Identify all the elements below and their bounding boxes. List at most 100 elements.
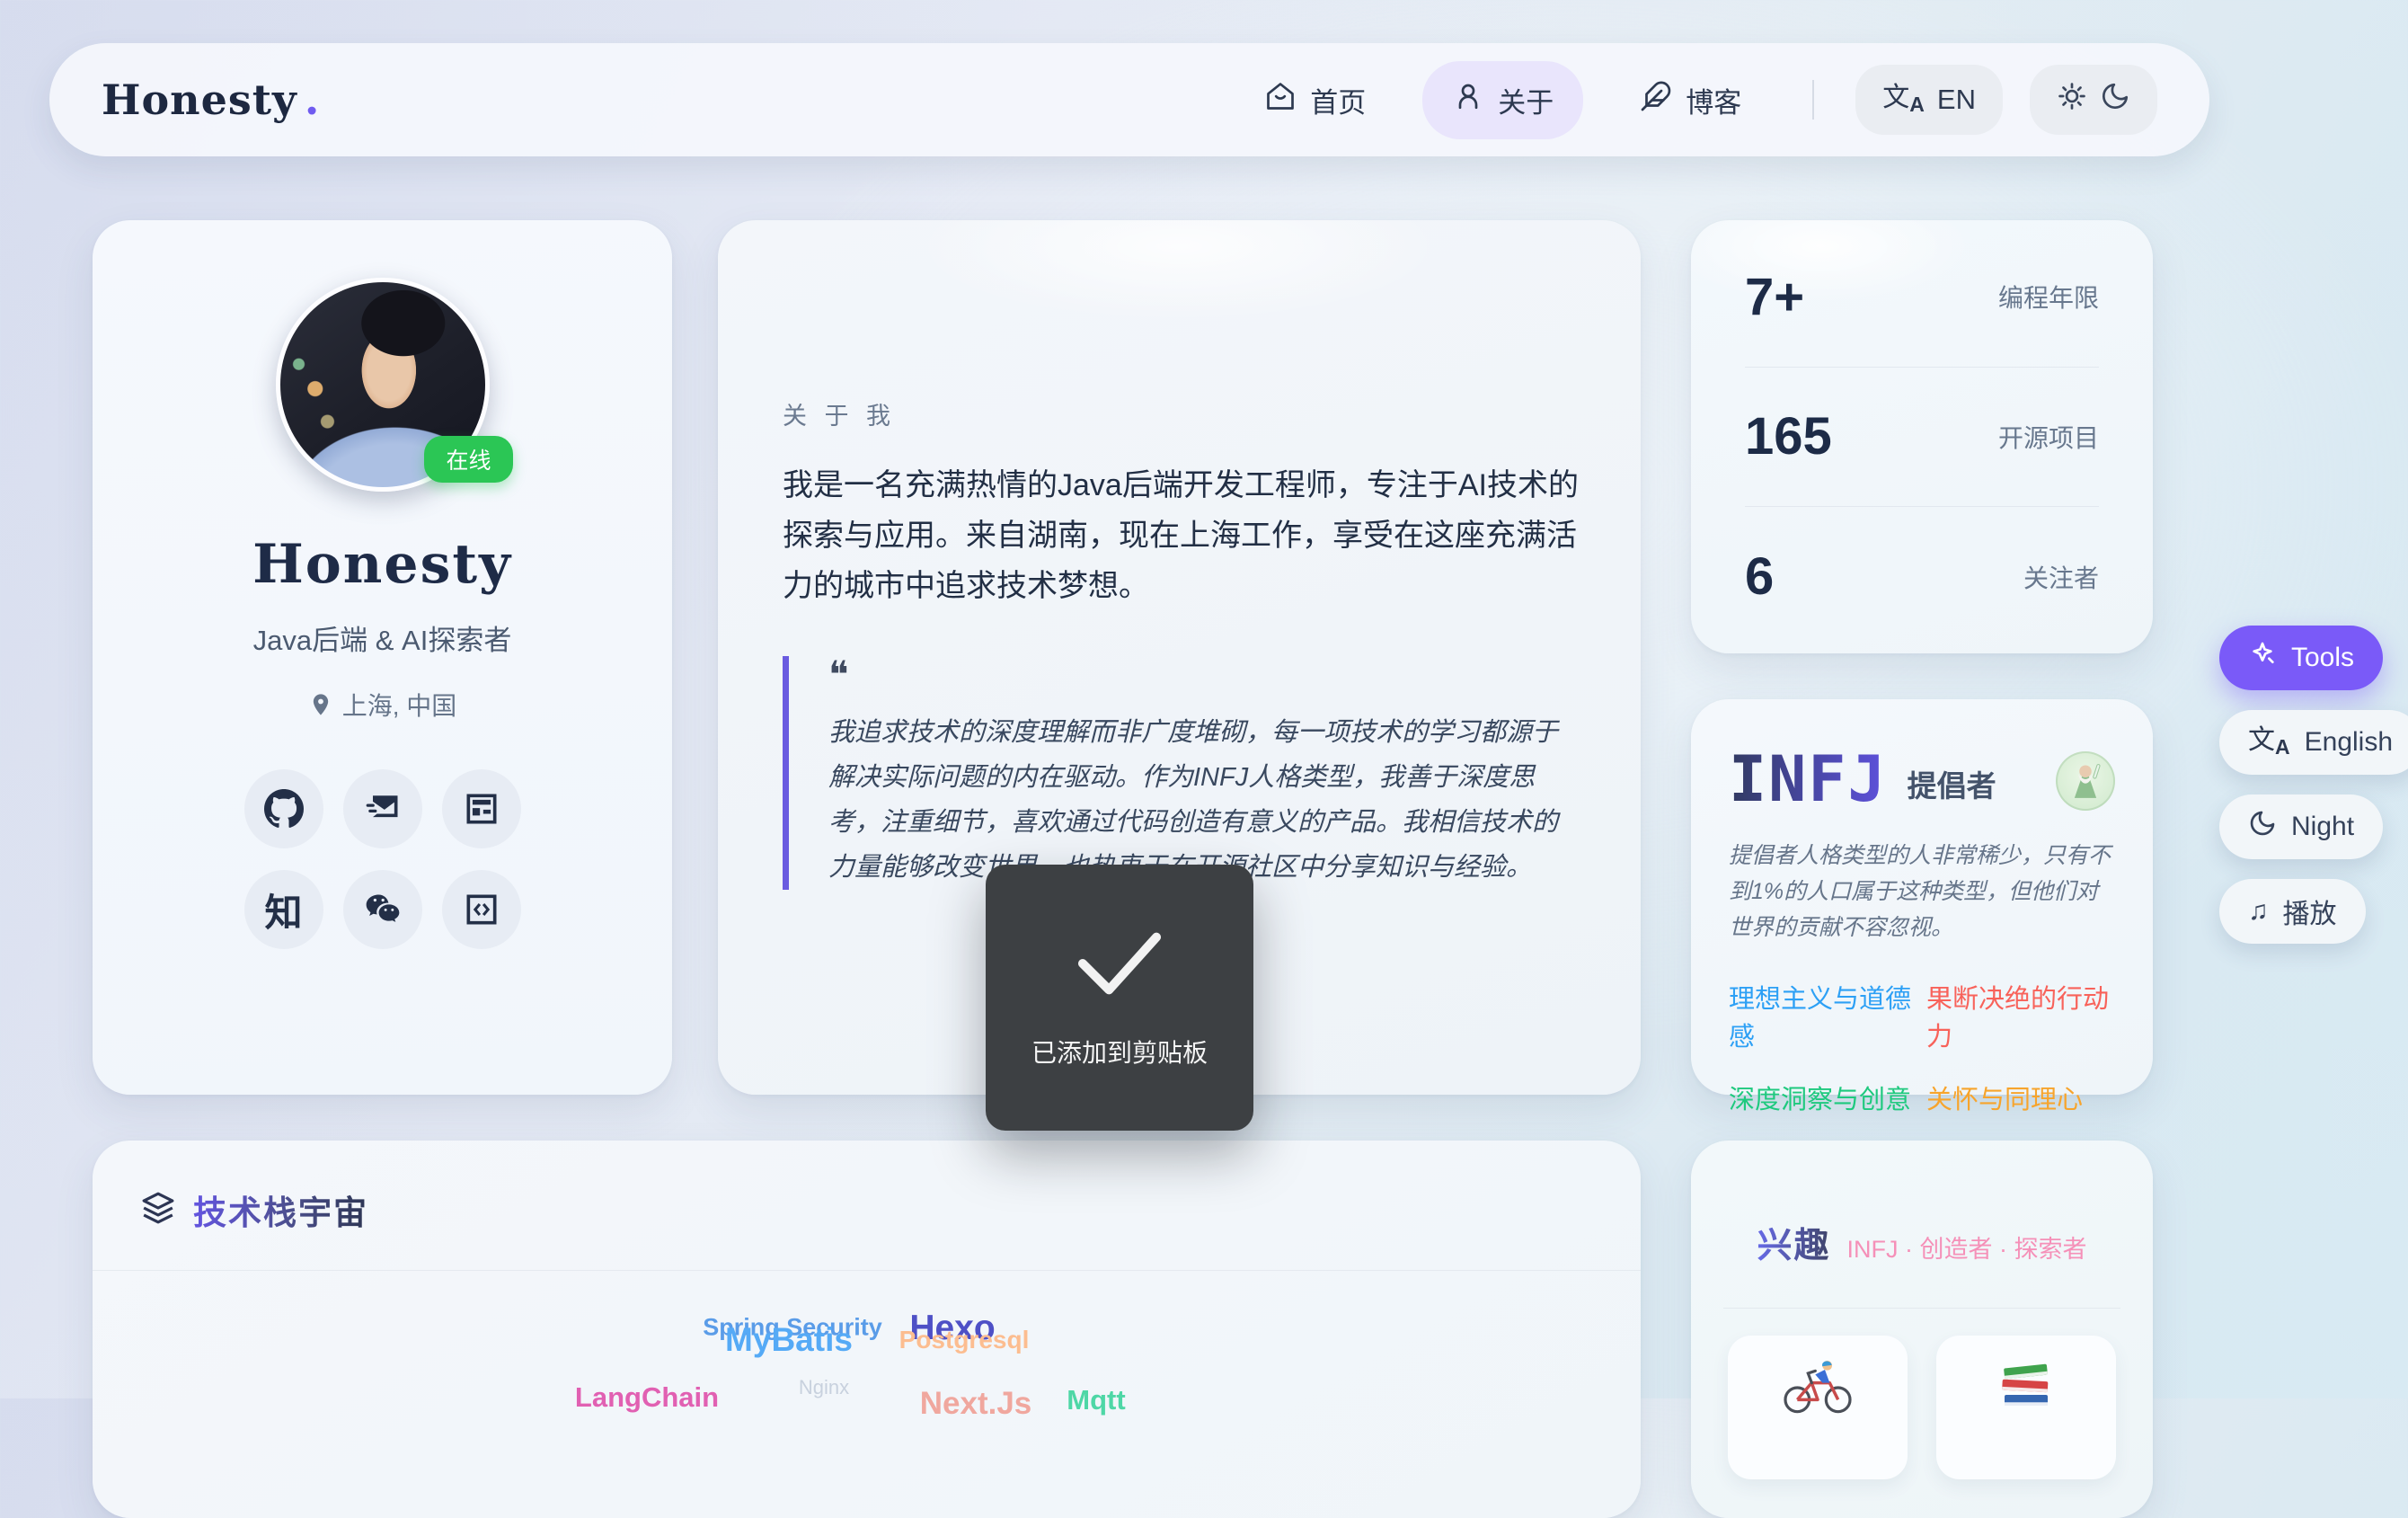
divider	[1745, 506, 2099, 507]
profile-card: 在线 Honesty Java后端 & AI探索者 上海, 中国 知	[93, 220, 672, 1095]
cloud-word: MyBatis	[725, 1321, 853, 1359]
trait-label: 关怀与同理心	[1926, 1079, 2115, 1116]
profile-location: 上海, 中国	[93, 687, 672, 723]
stat-label: 开源项目	[1998, 419, 2099, 455]
nav-item-home[interactable]: 首页	[1235, 61, 1395, 139]
tools-button[interactable]: Tools	[2219, 626, 2383, 690]
play-music-label: 播放	[2283, 892, 2337, 931]
wizard-icon	[2061, 757, 2110, 805]
github-link[interactable]	[244, 769, 323, 848]
location-pin-icon	[308, 692, 333, 717]
divider	[93, 1270, 1641, 1271]
profile-role: Java后端 & AI探索者	[93, 617, 672, 658]
cloud-word: Mqtt	[1067, 1384, 1125, 1416]
quote-mark-icon: ❝	[828, 656, 1581, 694]
feather-icon	[1640, 80, 1672, 120]
language-switch-label: English	[2305, 727, 2393, 758]
tech-stack-card: 技术栈宇宙 Spring Security MyBatis Hexo Postg…	[93, 1141, 1641, 1518]
stat-row-projects: 165 开源项目	[1745, 399, 2099, 474]
tech-stack-title: 技术栈宇宙	[193, 1185, 368, 1234]
moon-icon	[2100, 81, 2130, 119]
location-text: 上海, 中国	[342, 687, 457, 723]
mbti-mascot-avatar	[2056, 751, 2115, 811]
floating-toolbar: Tools 文A English Night ♫ 播放	[2219, 626, 2408, 944]
about-quote-text: 我追求技术的深度理解而非广度堆砌，每一项技术的学习都源于解决实际问题的内在驱动。…	[828, 710, 1581, 890]
music-icon: ♫	[2248, 898, 2269, 925]
nav-item-about[interactable]: 关于	[1422, 61, 1583, 139]
cloud-word: Nginx	[799, 1376, 849, 1399]
theme-toggle[interactable]	[2030, 65, 2157, 135]
github-icon	[264, 789, 304, 829]
wechat-icon	[363, 890, 403, 929]
user-icon	[1452, 80, 1484, 120]
cloud-word: Postgresql	[899, 1326, 1030, 1354]
zhihu-link[interactable]: 知	[244, 870, 323, 949]
page-root: { "navbar": { "logo": "Honesty", "logo_d…	[0, 0, 2408, 1398]
code-box-icon	[462, 890, 501, 929]
divider	[1745, 367, 2099, 368]
interest-item-reading	[1936, 1336, 2116, 1479]
trait-label: 理想主义与道德感	[1729, 978, 1917, 1053]
home-icon	[1264, 80, 1297, 120]
interests-subtitle: INFJ · 创造者 · 探索者	[1847, 1229, 2087, 1265]
personality-card: INFJ 提倡者 提倡者人格类型的人非常稀少，只有不到1%的人口属于这种类型，但…	[1691, 699, 2153, 1095]
divider	[1723, 1308, 2120, 1309]
stat-value: 6	[1745, 546, 1774, 607]
stat-label: 编程年限	[1998, 279, 2099, 315]
tech-word-cloud: Spring Security MyBatis Hexo Postgresql …	[93, 1309, 1641, 1518]
social-links: 知	[93, 769, 672, 949]
cloud-word: LangChain	[575, 1381, 719, 1414]
blog-link[interactable]	[442, 769, 521, 848]
stats-card: 7+ 编程年限 165 开源项目 6 关注者	[1691, 220, 2153, 653]
status-badge: 在线	[424, 436, 512, 483]
nav-item-blog[interactable]: 博客	[1610, 61, 1771, 139]
wand-icon	[2248, 640, 2277, 676]
code-profile-link[interactable]	[442, 870, 521, 949]
nav-divider	[1812, 80, 1814, 120]
stat-row-years: 7+ 编程年限	[1745, 260, 2099, 334]
sun-icon	[2057, 81, 2087, 119]
translate-icon: 文A	[1882, 84, 1925, 115]
interests-title: 兴趣	[1757, 1218, 1831, 1268]
books-icon	[1987, 1359, 2065, 1416]
site-logo[interactable]: Honesty	[102, 75, 297, 124]
language-toggle-label: EN	[1937, 84, 1976, 116]
language-switch-button[interactable]: 文A English	[2219, 710, 2408, 775]
moon-icon	[2248, 809, 2277, 845]
stat-value: 7+	[1745, 267, 1804, 327]
top-navbar: Honesty . 首页 关于 博客 文A EN	[49, 43, 2209, 156]
interest-grid	[1691, 1336, 2153, 1479]
nav-item-label: 首页	[1310, 80, 1366, 120]
stat-row-followers: 6 关注者	[1745, 539, 2099, 614]
clipboard-toast: 已添加到剪贴板	[986, 865, 1253, 1131]
zhihu-icon: 知	[264, 883, 302, 937]
stat-label: 关注者	[2023, 559, 2099, 595]
about-quote-block: ❝ 我追求技术的深度理解而非广度堆砌，每一项技术的学习都源于解决实际问题的内在驱…	[783, 656, 1581, 890]
mbti-alias: 提倡者	[1908, 762, 1996, 811]
trait-grid: 理想主义与道德感 果断决绝的行动力 深度洞察与创意 关怀与同理心	[1729, 978, 2115, 1116]
about-intro-text: 我是一名充满热情的Java后端开发工程师，专注于AI技术的探索与应用。来自湖南，…	[783, 460, 1581, 611]
avatar-wrap: 在线	[276, 278, 490, 492]
trait-label: 深度洞察与创意	[1729, 1079, 1917, 1116]
nav-item-label: 博客	[1686, 80, 1741, 120]
mail-send-icon	[363, 789, 403, 829]
language-toggle[interactable]: 文A EN	[1855, 65, 2003, 135]
trait-label: 果断决绝的行动力	[1926, 978, 2115, 1053]
translate-icon: 文A	[2248, 727, 2290, 758]
email-link[interactable]	[343, 769, 422, 848]
about-section-label: 关 于 我	[783, 396, 1581, 431]
check-icon	[1066, 924, 1173, 1003]
play-music-button[interactable]: ♫ 播放	[2219, 879, 2366, 944]
mbti-type: INFJ	[1729, 748, 1888, 811]
mbti-description: 提倡者人格类型的人非常稀少，只有不到1%的人口属于这种类型，但他们对世界的贡献不…	[1729, 838, 2115, 945]
interests-card: 兴趣 INFJ · 创造者 · 探索者	[1691, 1141, 2153, 1518]
tools-button-label: Tools	[2291, 643, 2354, 673]
night-mode-label: Night	[2291, 812, 2354, 842]
profile-name: Honesty	[93, 533, 672, 596]
layers-icon	[141, 1191, 175, 1229]
cloud-word: Next.Js	[920, 1386, 1032, 1422]
nav-menu: 首页 关于 博客 文A EN	[1235, 61, 2157, 139]
stat-value: 165	[1745, 406, 1832, 466]
wechat-link[interactable]	[343, 870, 422, 949]
night-mode-button[interactable]: Night	[2219, 795, 2383, 859]
